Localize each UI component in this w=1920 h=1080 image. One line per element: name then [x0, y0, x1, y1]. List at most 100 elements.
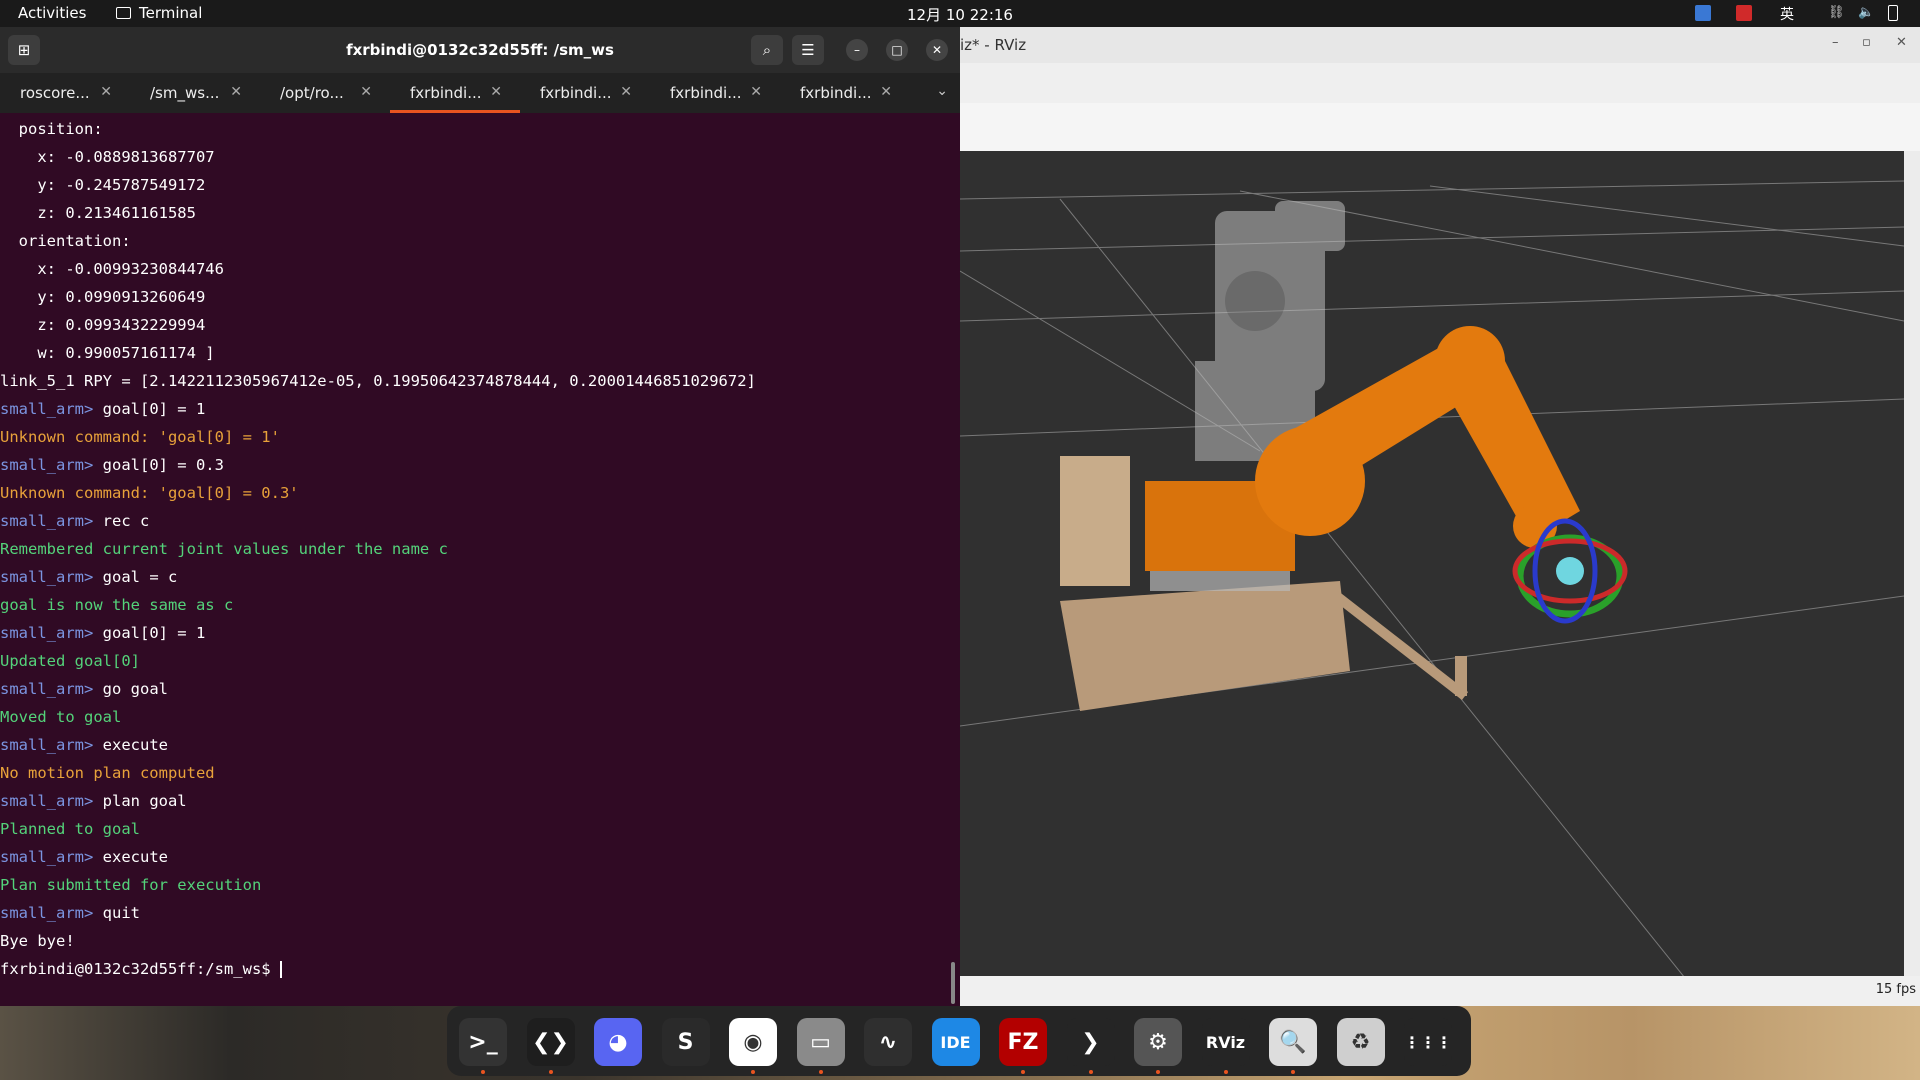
terminal-line: z: 0.0993432229994 — [0, 311, 950, 339]
line-text: w: 0.990057161174 ] — [0, 344, 215, 362]
trash-icon[interactable]: ♻ — [1336, 1018, 1385, 1066]
top-bar: 12月 10 22:16 Activities Terminal 英 ⛓ 🔈 — [0, 0, 1920, 27]
line-text: Unknown command: 'goal[0] = 0.3' — [0, 484, 299, 502]
activities-button[interactable]: Activities — [18, 4, 86, 22]
line-text: quit — [102, 904, 140, 922]
line-text: plan goal — [102, 792, 187, 810]
discord-icon[interactable]: ◕ — [594, 1018, 642, 1066]
network-icon[interactable]: ⛓ — [1828, 5, 1845, 21]
terminal-line: Unknown command: 'goal[0] = 1' — [0, 423, 950, 451]
rviz-close-button[interactable]: ✕ — [1896, 35, 1907, 50]
shell-prompt: small_arm> — [0, 680, 103, 698]
terminal-tab[interactable]: /opt/ro... ✕ — [260, 73, 390, 113]
running-indicator — [1156, 1070, 1160, 1074]
ide-icon[interactable]: IDE — [931, 1018, 980, 1066]
terminal-line: Plan submitted for execution — [0, 871, 950, 899]
tab-close-icon[interactable]: ✕ — [100, 84, 112, 100]
line-text: Unknown command: 'goal[0] = 1' — [0, 428, 280, 446]
rviz-3d-view[interactable] — [960, 151, 1904, 1003]
terminal-icon[interactable]: >_ — [459, 1018, 507, 1074]
tab-close-icon[interactable]: ✕ — [880, 84, 892, 100]
app-menu-label: Terminal — [139, 4, 203, 22]
close-button[interactable]: ✕ — [926, 39, 948, 61]
terminal-window: ⊞ fxrbindi@0132c32d55ff: /sm_ws ⌕ ☰ – □ … — [0, 27, 960, 1006]
ime-indicator[interactable]: 英 — [1780, 4, 1794, 24]
line-text: y: -0.245787549172 — [0, 176, 206, 194]
terminal-line: Updated goal[0] — [0, 647, 950, 675]
line-text: x: -0.0889813687707 — [0, 148, 215, 166]
rviz-toolbar — [960, 63, 1920, 103]
tab-overflow-chevron-icon[interactable]: ⌄ — [936, 83, 948, 99]
shell-prompt: small_arm> — [0, 400, 103, 418]
vscode-icon[interactable]: ❮❯ — [526, 1018, 575, 1074]
line-text: position: — [0, 120, 112, 138]
terminal-line: small_arm> execute — [0, 843, 950, 871]
running-indicator — [548, 1070, 553, 1074]
input-method-icon[interactable] — [1695, 5, 1711, 21]
terminal-tab[interactable]: fxrbindi... ✕ — [390, 73, 520, 113]
terminal-line: small_arm> goal[0] = 0.3 — [0, 451, 950, 479]
shell-prompt: small_arm> — [0, 456, 103, 474]
rviz-icon[interactable]: RViz — [1201, 1018, 1250, 1074]
tab-close-icon[interactable]: ✕ — [490, 84, 502, 100]
system-monitor-icon[interactable]: ∿ — [864, 1018, 912, 1066]
record-icon[interactable] — [1736, 5, 1752, 21]
line-text: Plan submitted for execution — [0, 876, 262, 894]
tab-label: fxrbindi... — [670, 84, 742, 102]
minimize-button[interactable]: – — [846, 39, 868, 61]
files-icon[interactable]: ▭ — [796, 1018, 845, 1074]
rviz-minimize-button[interactable]: – — [1832, 35, 1839, 50]
line-text: goal is now the same as c — [0, 596, 234, 614]
terminal-tab[interactable]: fxrbindi... ✕ — [650, 73, 780, 113]
terminal-output[interactable]: position: x: -0.0889813687707 y: -0.2457… — [0, 115, 950, 983]
rviz-toolbar-strip — [960, 103, 1920, 152]
image-viewer-icon[interactable]: 🔍 — [1269, 1018, 1317, 1074]
sublime-icon[interactable]: S — [661, 1018, 710, 1066]
line-text: x: -0.00993230844746 — [0, 260, 224, 278]
maximize-button[interactable]: □ — [886, 39, 908, 61]
shell-prompt: small_arm> — [0, 624, 103, 642]
scrollbar[interactable] — [951, 962, 955, 1004]
terminal-line: small_arm> go goal — [0, 675, 950, 703]
terminal-tab[interactable]: /sm_ws... ✕ — [130, 73, 260, 113]
line-text: Planned to goal — [0, 820, 140, 838]
menu-button[interactable]: ☰ — [792, 35, 824, 65]
rviz-maximize-button[interactable]: ▫ — [1862, 35, 1871, 50]
settings-icon[interactable]: ⚙ — [1134, 1018, 1182, 1074]
app-grid-icon[interactable]: ⋮⋮⋮ — [1404, 1018, 1452, 1066]
line-text: Moved to goal — [0, 708, 122, 726]
volume-icon[interactable]: 🔈 — [1858, 5, 1874, 21]
terminal-tab[interactable]: fxrbindi... ✕ — [520, 73, 650, 113]
terminal-line: Moved to goal — [0, 703, 950, 731]
line-text: Remembered current joint values under th… — [0, 540, 448, 558]
shell-prompt: small_arm> — [0, 792, 103, 810]
fps-readout: 15 fps — [1875, 982, 1916, 997]
line-text: execute — [102, 848, 168, 866]
terminal-line: x: -0.00993230844746 — [0, 255, 950, 283]
terminal-line: small_arm> quit — [0, 899, 950, 927]
shell-prompt: small_arm> — [0, 568, 103, 586]
rviz-window: iz* - RViz – ▫ ✕ 15 fps — [960, 27, 1920, 1006]
terminal-line: position: — [0, 115, 950, 143]
rviz-side-collapse[interactable] — [1904, 151, 1920, 1003]
line-text: fxrbindi@0132c32d55ff:/sm_ws$ — [0, 960, 280, 978]
tab-close-icon[interactable]: ✕ — [230, 84, 242, 100]
clock[interactable]: 12月 10 22:16 — [0, 4, 1920, 25]
running-indicator — [1223, 1070, 1228, 1074]
tab-close-icon[interactable]: ✕ — [750, 84, 762, 100]
terminal-tab[interactable]: fxrbindi... ✕ — [780, 73, 910, 113]
tab-close-icon[interactable]: ✕ — [360, 84, 372, 100]
chrome-icon[interactable]: ◉ — [729, 1018, 777, 1074]
search-button[interactable]: ⌕ — [751, 35, 783, 65]
terminal-line: y: 0.0990913260649 — [0, 283, 950, 311]
terminal-tab[interactable]: roscore... ✕ — [0, 73, 130, 113]
tab-close-icon[interactable]: ✕ — [620, 84, 632, 100]
filezilla-icon[interactable]: FZ — [999, 1018, 1047, 1074]
battery-icon[interactable] — [1888, 5, 1898, 21]
remote-icon[interactable]: ❯ — [1066, 1018, 1115, 1074]
tab-label: /sm_ws... — [150, 84, 220, 102]
app-menu[interactable]: Terminal — [116, 4, 202, 22]
tab-bar: roscore... ✕/sm_ws... ✕/opt/ro... ✕ fxrbindi… — [0, 73, 960, 113]
tab-label: fxrbindi... — [410, 84, 482, 102]
running-indicator — [1021, 1070, 1025, 1074]
